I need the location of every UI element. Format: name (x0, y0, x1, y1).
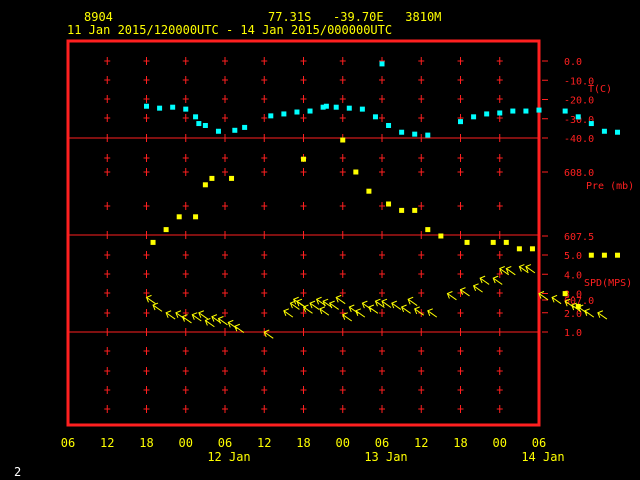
pressure-point (353, 169, 359, 175)
temperature-point (232, 127, 238, 133)
temperature-point (458, 119, 463, 125)
temperature-point (497, 110, 503, 116)
temperature-point (399, 129, 405, 135)
x-tick-label: 12 (257, 436, 271, 450)
temperature-point (144, 103, 149, 109)
temperature-outlier-point (379, 61, 385, 67)
pressure-point (464, 239, 470, 245)
temperature-point (523, 108, 529, 114)
pressure-point (366, 188, 372, 194)
temperature-point (471, 114, 477, 120)
x-tick-label: 18 (296, 436, 310, 450)
pressure-point (209, 175, 215, 181)
x-tick-label: 06 (532, 436, 546, 450)
temperature-point (183, 106, 189, 112)
temp-axis-tick-label: -20.0 (564, 96, 594, 107)
temperature-point (333, 104, 339, 110)
temperature-point (268, 113, 274, 119)
temperature-point (157, 105, 163, 111)
temp-axis-title: T(C) (588, 84, 612, 95)
pressure-point (438, 233, 444, 239)
meteogram-chart: 0.0-10.0-20.0-30.0-40.0608.0607.5607.05.… (61, 39, 634, 464)
temperature-point (359, 106, 365, 112)
temp-axis-tick-label: -40.0 (564, 134, 594, 145)
temperature-point (215, 128, 221, 134)
temperature-point (601, 128, 607, 134)
pressure-point (150, 239, 156, 245)
pressure-point (615, 252, 620, 258)
wind-axis-tick-label: 1.0 (564, 328, 582, 339)
pressure-point (193, 214, 199, 220)
pressure-point (301, 156, 306, 162)
temperature-point (510, 108, 516, 114)
temperature-point (294, 109, 300, 115)
pressure-point (176, 214, 182, 220)
temperature-point (193, 114, 199, 120)
temp-axis-tick-label: 0.0 (564, 57, 582, 68)
x-date-label: 13 Jan (364, 450, 407, 464)
temperature-point (575, 114, 581, 120)
x-tick-label: 18 (139, 436, 153, 450)
pres-axis-tick-label: 608.0 (564, 168, 594, 179)
pressure-point (229, 175, 235, 181)
x-tick-label: 00 (179, 436, 193, 450)
temperature-point (386, 122, 392, 128)
x-date-label: 14 Jan (521, 450, 564, 464)
temperature-point (242, 124, 248, 130)
pressure-point (386, 201, 392, 207)
temperature-point (307, 108, 313, 114)
wind-axis-tick-label: 5.0 (564, 251, 582, 262)
pressure-point (340, 137, 346, 143)
x-tick-label: 12 (100, 436, 114, 450)
temperature-point (372, 114, 378, 120)
pressure-point (529, 246, 535, 252)
x-tick-label: 00 (493, 436, 507, 450)
pressure-point (412, 207, 418, 213)
temperature-point (615, 129, 620, 135)
pressure-point (562, 291, 568, 297)
pressure-point (601, 252, 607, 258)
x-tick-label: 06 (61, 436, 75, 450)
x-tick-label: 12 (414, 436, 428, 450)
temperature-point (323, 103, 329, 109)
temperature-point (346, 105, 352, 111)
x-tick-label: 06 (218, 436, 232, 450)
temperature-point (588, 121, 594, 127)
x-date-label: 12 Jan (207, 450, 250, 464)
temperature-point (170, 104, 176, 110)
pressure-point (163, 227, 169, 233)
temperature-point (425, 132, 431, 138)
pressure-point (516, 246, 522, 252)
temperature-point (484, 111, 490, 117)
temperature-point (536, 107, 542, 113)
pressure-point (202, 182, 208, 188)
x-tick-label: 18 (453, 436, 467, 450)
temperature-point (281, 111, 287, 117)
wind-axis-title: SPD(MPS) (584, 278, 632, 289)
pressure-point (588, 252, 594, 258)
temperature-point (202, 122, 208, 128)
pressure-point (425, 227, 431, 233)
wind-axis-tick-label: 4.0 (564, 270, 582, 281)
temperature-point (562, 108, 568, 114)
pres-axis-tick-label: 607.5 (564, 232, 594, 243)
x-tick-label: 06 (375, 436, 389, 450)
pres-axis-title: Pre (mb) (586, 181, 634, 192)
pressure-point (399, 207, 405, 213)
temperature-point (412, 131, 418, 137)
x-tick-label: 00 (336, 436, 350, 450)
pressure-point (490, 239, 496, 245)
temperature-point (196, 121, 202, 127)
pressure-point (503, 239, 509, 245)
